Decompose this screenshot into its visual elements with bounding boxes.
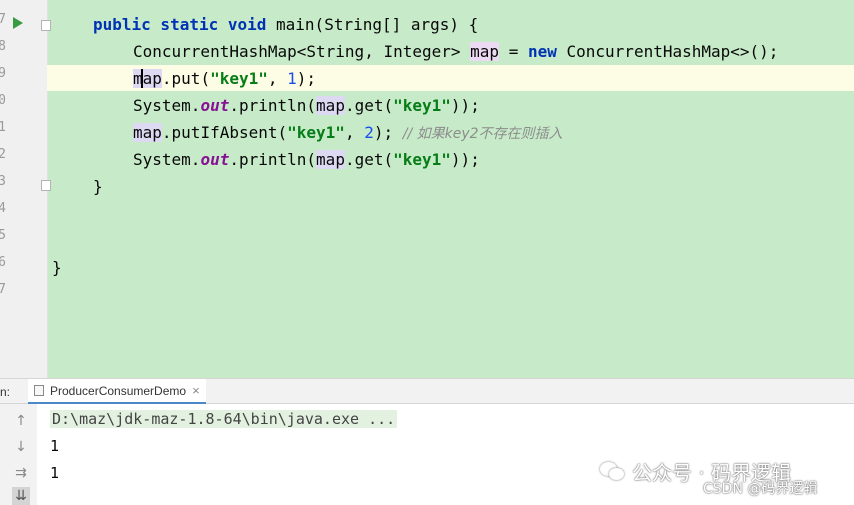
run-panel-label: n:	[0, 385, 11, 399]
console-line: D:\maz\jdk-maz-1.8-64\bin\java.exe ...	[50, 408, 398, 430]
scroll-down-icon[interactable]: ↓	[12, 438, 30, 456]
wechat-icon	[600, 461, 626, 482]
code-token: "key1"	[287, 123, 345, 142]
code-token: map	[470, 42, 500, 61]
line-number: 6	[0, 255, 6, 270]
code-line[interactable]: map.put("key1", 1);	[133, 66, 316, 92]
code-token: new	[527, 42, 557, 61]
code-editor[interactable]: 7 8 9 0 1 2 3 4 5 6 7 public static void…	[0, 0, 854, 378]
editor-gutter: 7 8 9 0 1 2 3 4 5 6 7	[0, 0, 51, 378]
line-number: 7	[0, 12, 6, 27]
code-token: map	[316, 96, 345, 115]
line-number: 7	[0, 282, 6, 297]
code-token: System.	[133, 96, 201, 115]
code-token: }	[93, 177, 103, 196]
fold-end-icon[interactable]	[41, 180, 51, 191]
code-token: .println(	[229, 150, 317, 169]
code-token: ,	[344, 123, 365, 142]
fold-toggle-icon[interactable]	[41, 20, 51, 31]
scroll-to-end-icon[interactable]: ⇊	[12, 487, 30, 505]
soft-wrap-icon[interactable]: ⇉	[12, 464, 30, 482]
console-command[interactable]: D:\maz\jdk-maz-1.8-64\bin\java.exe ...	[50, 410, 398, 428]
code-token: map	[133, 123, 162, 142]
code-token: "key1"	[393, 96, 451, 115]
code-token: );	[296, 69, 317, 88]
code-line[interactable]: map.putIfAbsent("key1", 2); // 如果key2不存在…	[133, 120, 563, 146]
close-icon[interactable]: ×	[192, 383, 200, 398]
code-token: 1	[287, 69, 297, 88]
code-token: "key1"	[210, 69, 268, 88]
code-line[interactable]: }	[52, 255, 62, 281]
code-token: // 如果key2不存在则插入	[402, 126, 563, 142]
code-token: ));	[450, 96, 480, 115]
line-number: 5	[0, 228, 6, 243]
code-line[interactable]: public static void main(String[] args) {	[93, 12, 478, 38]
code-token: ));	[450, 150, 480, 169]
code-token: "key1"	[393, 150, 451, 169]
code-line[interactable]: System.out.println(map.get("key1"));	[133, 147, 480, 173]
code-token: .putIfAbsent(	[161, 123, 288, 142]
code-token: ,	[267, 69, 288, 88]
code-token: map	[133, 69, 162, 88]
code-token: System.	[133, 150, 201, 169]
code-token: );	[373, 123, 403, 142]
code-line[interactable]: System.out.println(map.get("key1"));	[133, 93, 480, 119]
code-token: .println(	[229, 96, 317, 115]
code-token: 2	[364, 123, 374, 142]
scroll-up-icon[interactable]: ↑	[12, 412, 30, 430]
line-number: 4	[0, 201, 6, 216]
run-gutter-icon[interactable]	[13, 17, 23, 29]
line-number: 8	[0, 39, 6, 54]
code-line[interactable]: ConcurrentHashMap<String, Integer> map =…	[133, 39, 778, 65]
code-token: .get(	[344, 150, 394, 169]
code-token: out	[200, 96, 230, 115]
run-toolbar: ↑ ↓ ⇉ ⇊	[0, 404, 38, 505]
code-token: ConcurrentHashMap<String, Integer>	[133, 42, 471, 61]
console-line: 1	[50, 437, 60, 455]
code-token: out	[200, 150, 230, 169]
line-number: 3	[0, 174, 6, 189]
console-line: 1	[50, 464, 60, 482]
csdn-watermark: CSDN @码界逻辑	[703, 481, 818, 497]
tab-title: ProducerConsumerDemo	[50, 383, 187, 398]
code-token: .get(	[344, 96, 394, 115]
code-token: =	[499, 42, 528, 61]
code-token: public static void	[93, 15, 267, 34]
code-token: }	[52, 258, 62, 277]
run-config-icon	[34, 385, 44, 396]
tab-run-config[interactable]: ProducerConsumerDemo ×	[28, 379, 206, 404]
line-number: 0	[0, 93, 6, 108]
line-number: 2	[0, 147, 6, 162]
line-number: 9	[0, 66, 6, 81]
code-line[interactable]: }	[93, 174, 103, 200]
code-token: map	[316, 150, 345, 169]
text-caret	[141, 69, 143, 88]
code-token: .put(	[161, 69, 211, 88]
run-panel-header: n: ProducerConsumerDemo ×	[0, 378, 854, 404]
code-token: main(String[] args) {	[266, 15, 479, 34]
line-number: 1	[0, 120, 6, 135]
code-token: ConcurrentHashMap<>();	[556, 42, 779, 61]
